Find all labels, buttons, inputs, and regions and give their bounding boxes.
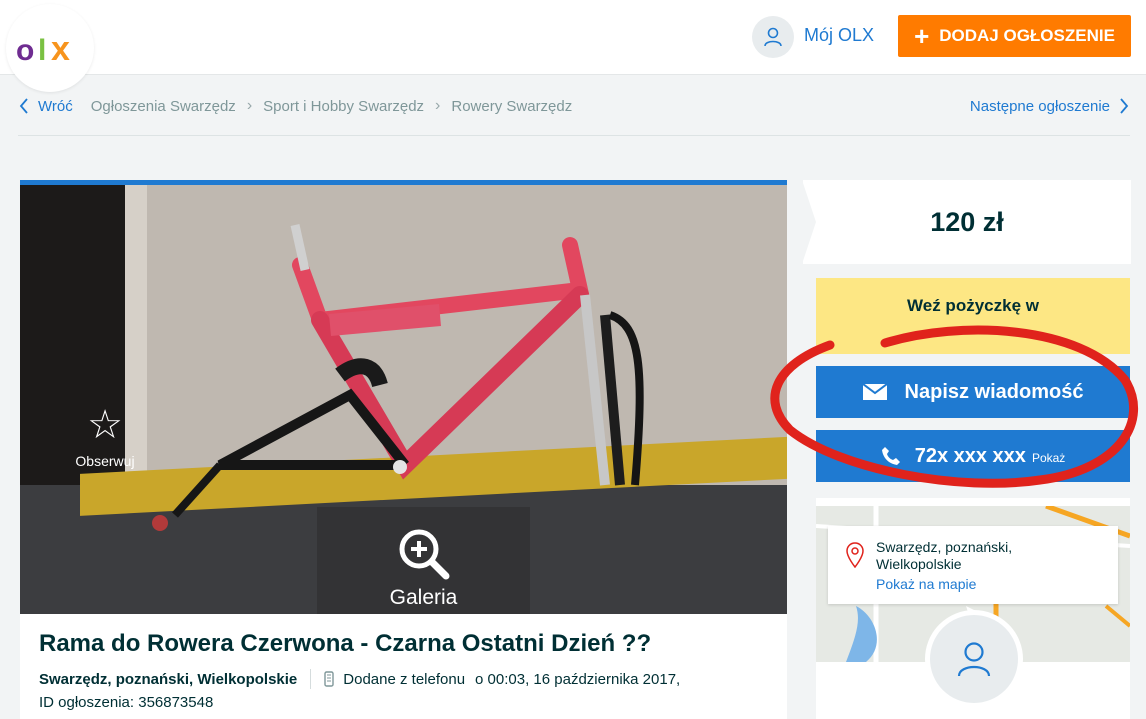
price-box: 120 zł — [802, 180, 1131, 264]
ad-title: Rama do Rowera Czerwona - Czarna Ostatni… — [39, 630, 652, 657]
divider — [18, 135, 1130, 136]
envelope-icon — [862, 384, 887, 400]
gallery-label: Galeria — [389, 586, 458, 609]
ad-id: ID ogłoszenia: 356873548 — [39, 694, 214, 711]
svg-text:o: o — [16, 34, 34, 67]
ad-details: Rama do Rowera Czerwona - Czarna Ostatni… — [20, 614, 787, 719]
next-ad-label: Następne ogłoszenie — [969, 97, 1110, 115]
chevron-left-icon — [19, 98, 28, 114]
chevron-right-icon: › — [435, 97, 441, 114]
mobile-phone-icon — [324, 671, 334, 687]
ad-photo[interactable]: ☆ Obserwuj Galeria — [20, 180, 787, 614]
add-listing-button[interactable]: + DODAJ OGŁOSZENIE — [898, 15, 1131, 57]
add-listing-label: DODAJ OGŁOSZENIE — [939, 26, 1115, 45]
ad-location[interactable]: Swarzędz, poznański, Wielkopolskie — [39, 671, 297, 688]
loan-text: Weź pożyczkę w — [907, 296, 1039, 315]
location-card: Swarzędz, poznański, Wielkopolskie Pokaż… — [816, 498, 1130, 719]
map-pin-icon — [846, 542, 864, 568]
phone-number: 72x xxx xxx — [914, 444, 1026, 467]
gallery-button[interactable]: Galeria — [317, 507, 530, 614]
breadcrumb-item-bikes[interactable]: Rowery Swarzędz — [451, 98, 572, 115]
breadcrumb-item-sport[interactable]: Sport i Hobby Swarzędz — [263, 98, 424, 115]
show-phone-button[interactable]: 72x xxx xxx Pokaż — [816, 430, 1130, 482]
observe-button[interactable]: ☆ Obserwuj — [40, 405, 170, 469]
location-line1: Swarzędz, poznański, — [876, 539, 1013, 555]
olx-logo[interactable]: o l x — [6, 4, 94, 92]
star-icon: ☆ — [87, 403, 123, 447]
user-avatar-button[interactable] — [752, 16, 794, 58]
breadcrumb: Wróć Ogłoszenia Swarzędz › Sport i Hobby… — [18, 95, 572, 117]
olx-logo-mark: o l x — [16, 30, 70, 68]
top-header: Mój OLX + DODAJ OGŁOSZENIE — [0, 0, 1146, 75]
location-address: Swarzędz, poznański, Wielkopolskie — [876, 539, 1012, 573]
location-line2: Wielkopolskie — [876, 556, 962, 572]
added-from-phone: Dodane z telefonu — [343, 670, 466, 688]
ad-meta: Swarzędz, poznański, Wielkopolskie Dodan… — [39, 669, 680, 689]
show-phone-label: Pokaż — [1031, 451, 1066, 465]
breadcrumb-item-listings[interactable]: Ogłoszenia Swarzędz — [91, 98, 236, 115]
user-icon — [957, 642, 991, 677]
show-on-map-link[interactable]: Pokaż na mapie — [876, 576, 976, 592]
chevron-right-icon: › — [246, 97, 253, 114]
next-ad-link[interactable]: Następne ogłoszenie — [970, 95, 1130, 117]
back-link[interactable]: Wróć — [18, 98, 73, 115]
observe-label: Obserwuj — [75, 453, 135, 469]
back-label: Wróć — [38, 97, 73, 115]
phone-icon — [881, 447, 900, 465]
location-box: Swarzędz, poznański, Wielkopolskie Pokaż… — [828, 526, 1118, 604]
user-icon — [764, 27, 782, 47]
ad-date: o 00:03, 16 października 2017, — [475, 670, 681, 688]
loan-banner[interactable]: Weź pożyczkę w — [816, 278, 1130, 354]
chevron-right-icon — [1120, 98, 1129, 114]
svg-text:x: x — [51, 30, 70, 68]
zoom-in-icon — [399, 529, 449, 580]
price-value: 120 zł — [930, 207, 1004, 237]
plus-icon: + — [914, 21, 930, 51]
svg-text:l: l — [38, 34, 46, 67]
divider — [310, 669, 312, 689]
seller-avatar[interactable] — [925, 610, 1023, 708]
send-message-label: Napisz wiadomość — [904, 380, 1084, 403]
send-message-button[interactable]: Napisz wiadomość — [816, 366, 1130, 418]
my-olx-link[interactable]: Mój OLX — [804, 25, 874, 46]
